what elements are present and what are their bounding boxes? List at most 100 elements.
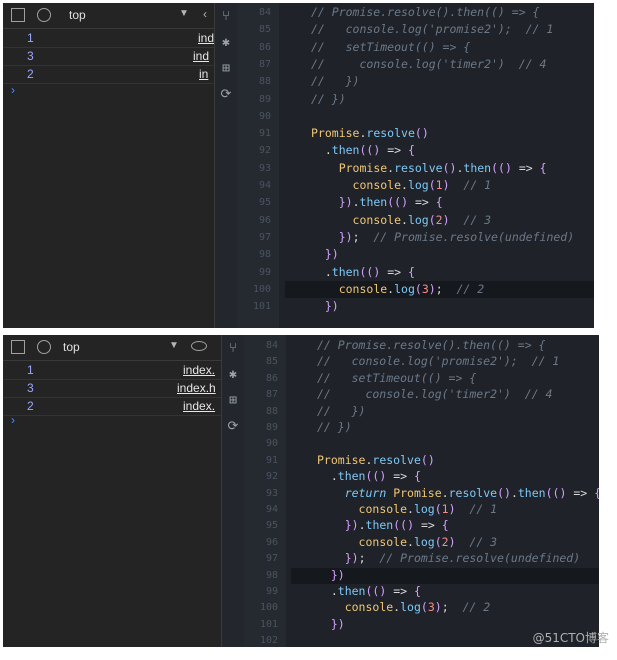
line-number: 97 (258, 231, 271, 243)
code-line: console.log(1) // 1 (358, 502, 498, 516)
code-line: .then(() => { (311, 264, 415, 279)
line-number: 87 (258, 58, 271, 70)
remote-icon[interactable]: ⟳ (221, 87, 232, 102)
editor-activity-bar: ⑂ ✱ ⊞ ⟳ (222, 335, 244, 647)
code-line: // console.log('promise2'); // 1 (311, 22, 554, 37)
source-control-icon[interactable]: ⑂ (229, 341, 237, 356)
console-prompt[interactable]: › (11, 83, 15, 97)
line-number: 85 (258, 24, 271, 36)
code-line: console.log(3); // 2 (338, 281, 485, 296)
code-line: // }) (317, 420, 352, 434)
code-line: // setTimeout(() => { (311, 39, 471, 54)
log-value: 2 (27, 67, 34, 81)
watermark: @51CTO博客 (532, 631, 609, 645)
line-number: 85 (265, 356, 278, 368)
line-number-gutter: 84 85 86 87 88 89 90 91 92 93 94 95 96 97 98 99 100 101 10… (244, 335, 286, 647)
debug-icon[interactable]: ✱ (222, 35, 230, 50)
debug-icon[interactable]: ✱ (229, 367, 237, 382)
code-line: // console.log('promise2'); // 1 (317, 354, 560, 369)
code-line: // Promise.resolve().then(() => { (311, 5, 540, 19)
line-number: 89 (258, 93, 271, 105)
line-number: 96 (265, 536, 278, 548)
code-editor[interactable]: // Promise.resolve().then(() => { // cons… (285, 3, 594, 328)
line-number: 100 (252, 283, 271, 295)
log-value: 1 (27, 363, 34, 377)
devtools-console: top ▼ ‹ 1 ind 3 ind 2 in › (3, 3, 214, 328)
line-number: 93 (258, 162, 271, 174)
code-line: }) (324, 299, 339, 314)
code-line: console.log(1) // 1 (352, 178, 492, 192)
chevron-down-icon[interactable]: ▼ (169, 340, 179, 351)
code-line: console.log(2) // 3 (358, 534, 498, 549)
code-line: .then(() => { (311, 143, 415, 158)
log-source-link[interactable]: ind (193, 49, 209, 63)
line-number: 94 (258, 180, 271, 191)
line-number: 86 (258, 41, 271, 53)
code-line: // }) (311, 91, 346, 106)
line-number: 101 (252, 301, 271, 313)
context-selector[interactable]: top (69, 8, 86, 22)
source-control-icon[interactable]: ⑂ (222, 9, 230, 24)
log-row: 1 index. (3, 361, 221, 380)
line-number: 98 (265, 569, 278, 581)
line-number: 91 (265, 454, 278, 466)
line-number: 92 (258, 145, 271, 157)
code-line: // console.log('timer2') // 4 (311, 56, 547, 71)
log-source-link[interactable]: index. (183, 399, 215, 413)
chevron-down-icon[interactable]: ▼ (179, 8, 189, 19)
line-number: 101 (259, 618, 278, 630)
bottom-screenshot-panel: top ▼ 1 index. 3 index.h 2 index. › ⑂ ✱ … (3, 335, 599, 647)
line-number: 88 (258, 76, 271, 88)
log-value: 2 (27, 399, 34, 413)
log-value: 3 (27, 49, 34, 63)
code-line: return Promise.resolve().then(() => { (344, 485, 599, 500)
line-number: 99 (258, 266, 271, 278)
line-number: 100 (259, 602, 278, 614)
chevron-left-icon[interactable]: ‹ (203, 7, 207, 21)
code-line: Promise.resolve() (311, 126, 429, 141)
log-row: 2 in (3, 65, 214, 84)
code-line: }).then(() => { (344, 518, 449, 533)
remote-icon[interactable]: ⟳ (228, 419, 239, 434)
line-number: 99 (265, 586, 278, 597)
line-number: 84 (258, 7, 271, 18)
console-prompt[interactable]: › (11, 413, 15, 427)
code-line: Promise.resolve() (317, 452, 435, 467)
code-line: // }) (311, 74, 360, 89)
context-selector[interactable]: top (63, 340, 80, 354)
line-number: 93 (265, 487, 278, 499)
log-source-link[interactable]: in (199, 67, 208, 81)
code-line: .then(() => { (317, 469, 421, 484)
line-number: 90 (265, 438, 278, 450)
line-number: 84 (265, 340, 278, 351)
log-row: 1 ind (3, 29, 214, 48)
line-number: 90 (258, 110, 271, 122)
console-toolbar: top ▼ (3, 335, 221, 361)
line-number: 97 (265, 553, 278, 565)
code-line: }); // Promise.resolve(undefined) (338, 229, 575, 244)
line-number: 95 (258, 197, 271, 209)
line-number: 95 (265, 520, 278, 532)
clear-console-icon[interactable] (37, 340, 51, 354)
line-number: 91 (258, 128, 271, 140)
log-source-link[interactable]: index. (183, 363, 215, 377)
code-line: }) (330, 616, 345, 631)
code-line: // }) (317, 403, 366, 418)
code-line: // Promise.resolve().then(() => { (317, 338, 546, 352)
clear-console-icon[interactable] (37, 8, 51, 22)
line-number-gutter: 84 85 86 87 88 89 90 91 92 93 94 95 96 97 98 99 100 101 (237, 3, 279, 328)
sidebar-toggle-icon[interactable] (11, 340, 25, 354)
log-row: 3 ind (3, 47, 214, 66)
line-number: 87 (265, 389, 278, 401)
log-source-link[interactable]: index.h (177, 381, 216, 395)
extensions-icon[interactable]: ⊞ (229, 393, 237, 408)
line-number: 94 (265, 504, 278, 515)
eye-icon[interactable] (191, 341, 207, 351)
line-number: 92 (265, 471, 278, 483)
code-editor[interactable]: // Promise.resolve().then(() => { // cons… (291, 335, 599, 647)
line-number: 88 (265, 405, 278, 417)
sidebar-toggle-icon[interactable] (11, 8, 25, 22)
code-line: }); // Promise.resolve(undefined) (344, 551, 581, 566)
log-source-link[interactable]: ind (198, 31, 214, 45)
extensions-icon[interactable]: ⊞ (222, 61, 230, 76)
